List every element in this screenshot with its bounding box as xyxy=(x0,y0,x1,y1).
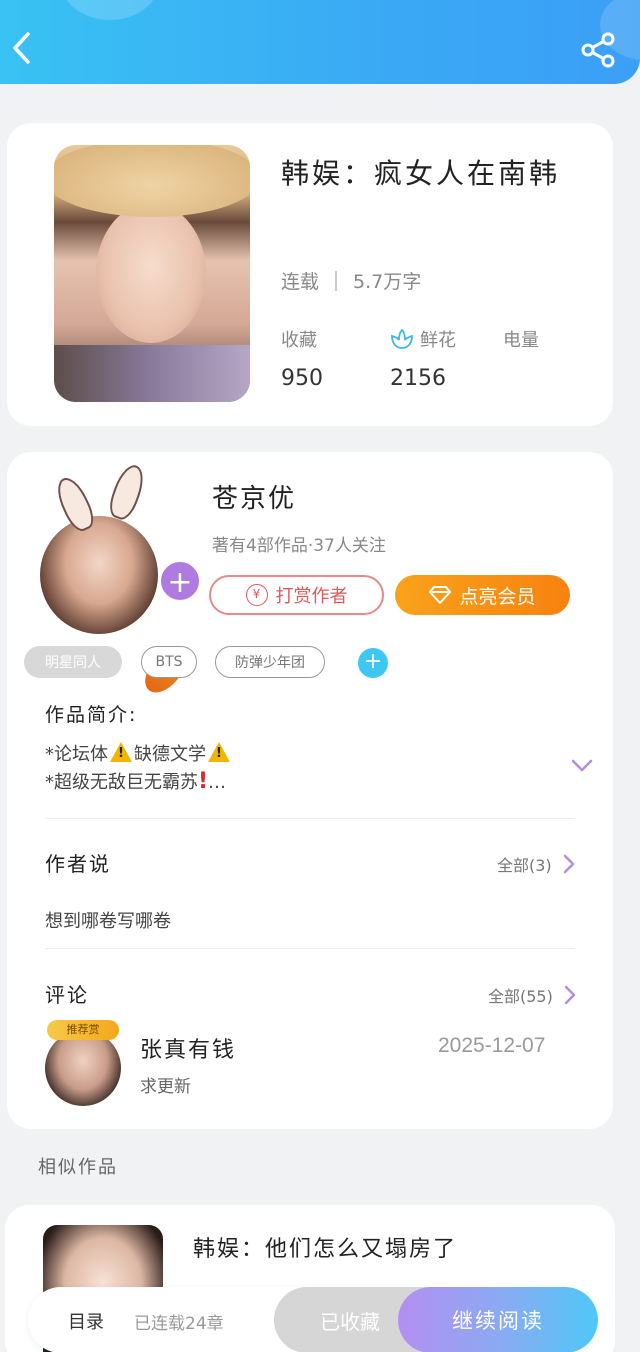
stat-favorites: 收藏 950 xyxy=(281,326,323,391)
exclamation-icon: ! xyxy=(198,769,209,794)
comment-date: 2025-12-07 xyxy=(438,1034,546,1057)
similar-work-title[interactable]: 韩娱：他们怎么又塌房了 xyxy=(193,1231,457,1263)
chevron-down-icon[interactable] xyxy=(569,752,595,778)
bunny-ear-decoration xyxy=(51,473,99,535)
chevron-right-icon xyxy=(563,854,574,874)
recommend-badge: 推荐赏 xyxy=(47,1020,119,1040)
intro-text: 缺德文学 xyxy=(134,744,206,765)
yen-icon: ¥ xyxy=(245,584,268,606)
share-icon xyxy=(581,32,615,68)
tag-item[interactable]: 防弹少年团 xyxy=(215,646,325,678)
back-button[interactable] xyxy=(2,26,42,70)
warning-icon xyxy=(208,742,230,762)
author-says-title: 作者说 xyxy=(45,852,111,876)
chevron-right-icon xyxy=(564,985,576,1005)
intro-line: *超级无敌巨无霸苏!… xyxy=(45,768,226,794)
continue-reading-label: 继续阅读 xyxy=(452,1309,544,1333)
stat-value: 950 xyxy=(281,366,323,391)
diamond-icon xyxy=(429,586,452,604)
stat-label: 收藏 xyxy=(281,330,317,351)
more-label: 全部(3) xyxy=(497,856,552,875)
author-avatar-wrap[interactable]: + xyxy=(40,461,202,700)
book-info-card: 韩娱：疯女人在南韩 连载 5.7万字 收藏 950 鲜花 2156 电量 xyxy=(7,123,613,426)
intro-text: … xyxy=(208,772,227,793)
book-word-count: 5.7万字 xyxy=(353,271,422,293)
author-name[interactable]: 苍京优 xyxy=(212,478,296,515)
book-cover-image[interactable] xyxy=(54,145,250,402)
author-says-more-link[interactable]: 全部(3) xyxy=(497,852,576,876)
intro-text: *超级无敌巨无霸苏 xyxy=(45,772,198,793)
vip-button[interactable]: 点亮会员 xyxy=(395,575,570,615)
divider xyxy=(45,818,575,819)
avatar[interactable]: 推荐赏 xyxy=(45,1020,121,1106)
top-header xyxy=(0,0,640,84)
follow-author-button[interactable]: + xyxy=(158,559,202,603)
comment-username[interactable]: 张真有钱 xyxy=(140,1032,236,1064)
vip-label: 点亮会员 xyxy=(459,585,536,608)
intro-title: 作品简介: xyxy=(45,704,138,726)
warning-icon xyxy=(110,742,132,762)
chevron-left-icon xyxy=(13,32,30,64)
share-button[interactable] xyxy=(578,30,618,70)
book-status: 连载 xyxy=(281,271,320,293)
more-label: 全部(55) xyxy=(488,987,553,1006)
book-title: 韩娱：疯女人在南韩 xyxy=(281,157,561,190)
tag-item[interactable]: BTS xyxy=(141,646,197,678)
continue-reading-button[interactable]: 继续阅读 xyxy=(398,1287,598,1352)
author-card: + 苍京优 著有4部作品·37人关注 ¥ 打赏作者 点亮会员 明星同人 BTS … xyxy=(7,452,613,1129)
table-of-contents-button[interactable]: 目录 xyxy=(68,1308,104,1334)
stat-label: 电量 xyxy=(503,330,539,351)
stat-label: 鲜花 xyxy=(420,330,456,351)
book-meta: 连载 5.7万字 xyxy=(281,267,421,294)
add-tag-button[interactable]: + xyxy=(358,648,388,678)
bottom-action-bar: 目录 已连载24章 已收藏 继续阅读 xyxy=(28,1287,598,1352)
reward-author-button[interactable]: ¥ 打赏作者 xyxy=(209,575,384,615)
divider xyxy=(335,270,338,291)
reward-label: 打赏作者 xyxy=(275,586,348,607)
divider xyxy=(45,948,575,949)
author-says-text: 想到哪卷写哪卷 xyxy=(45,911,171,932)
stat-power: 电量 xyxy=(503,326,539,366)
chapter-count: 已连载24章 xyxy=(134,1314,224,1334)
intro-line: *论坛体 缺德文学 xyxy=(45,740,232,766)
collected-label: 已收藏 xyxy=(320,1309,380,1334)
flower-icon xyxy=(391,328,413,349)
stat-value: 2156 xyxy=(390,366,446,391)
bunny-ear-decoration xyxy=(105,461,149,523)
header-decoration xyxy=(60,0,160,20)
similar-works-title: 相似作品 xyxy=(38,1157,118,1178)
comments-more-link[interactable]: 全部(55) xyxy=(488,983,577,1007)
author-stats: 著有4部作品·37人关注 xyxy=(212,536,386,556)
intro-text: *论坛体 xyxy=(45,744,108,765)
comment-text: 求更新 xyxy=(140,1077,191,1097)
tag-item[interactable]: 明星同人 xyxy=(24,646,122,678)
avatar[interactable] xyxy=(40,516,158,634)
comments-title: 评论 xyxy=(45,983,89,1007)
stat-flowers: 鲜花 2156 xyxy=(390,326,456,391)
